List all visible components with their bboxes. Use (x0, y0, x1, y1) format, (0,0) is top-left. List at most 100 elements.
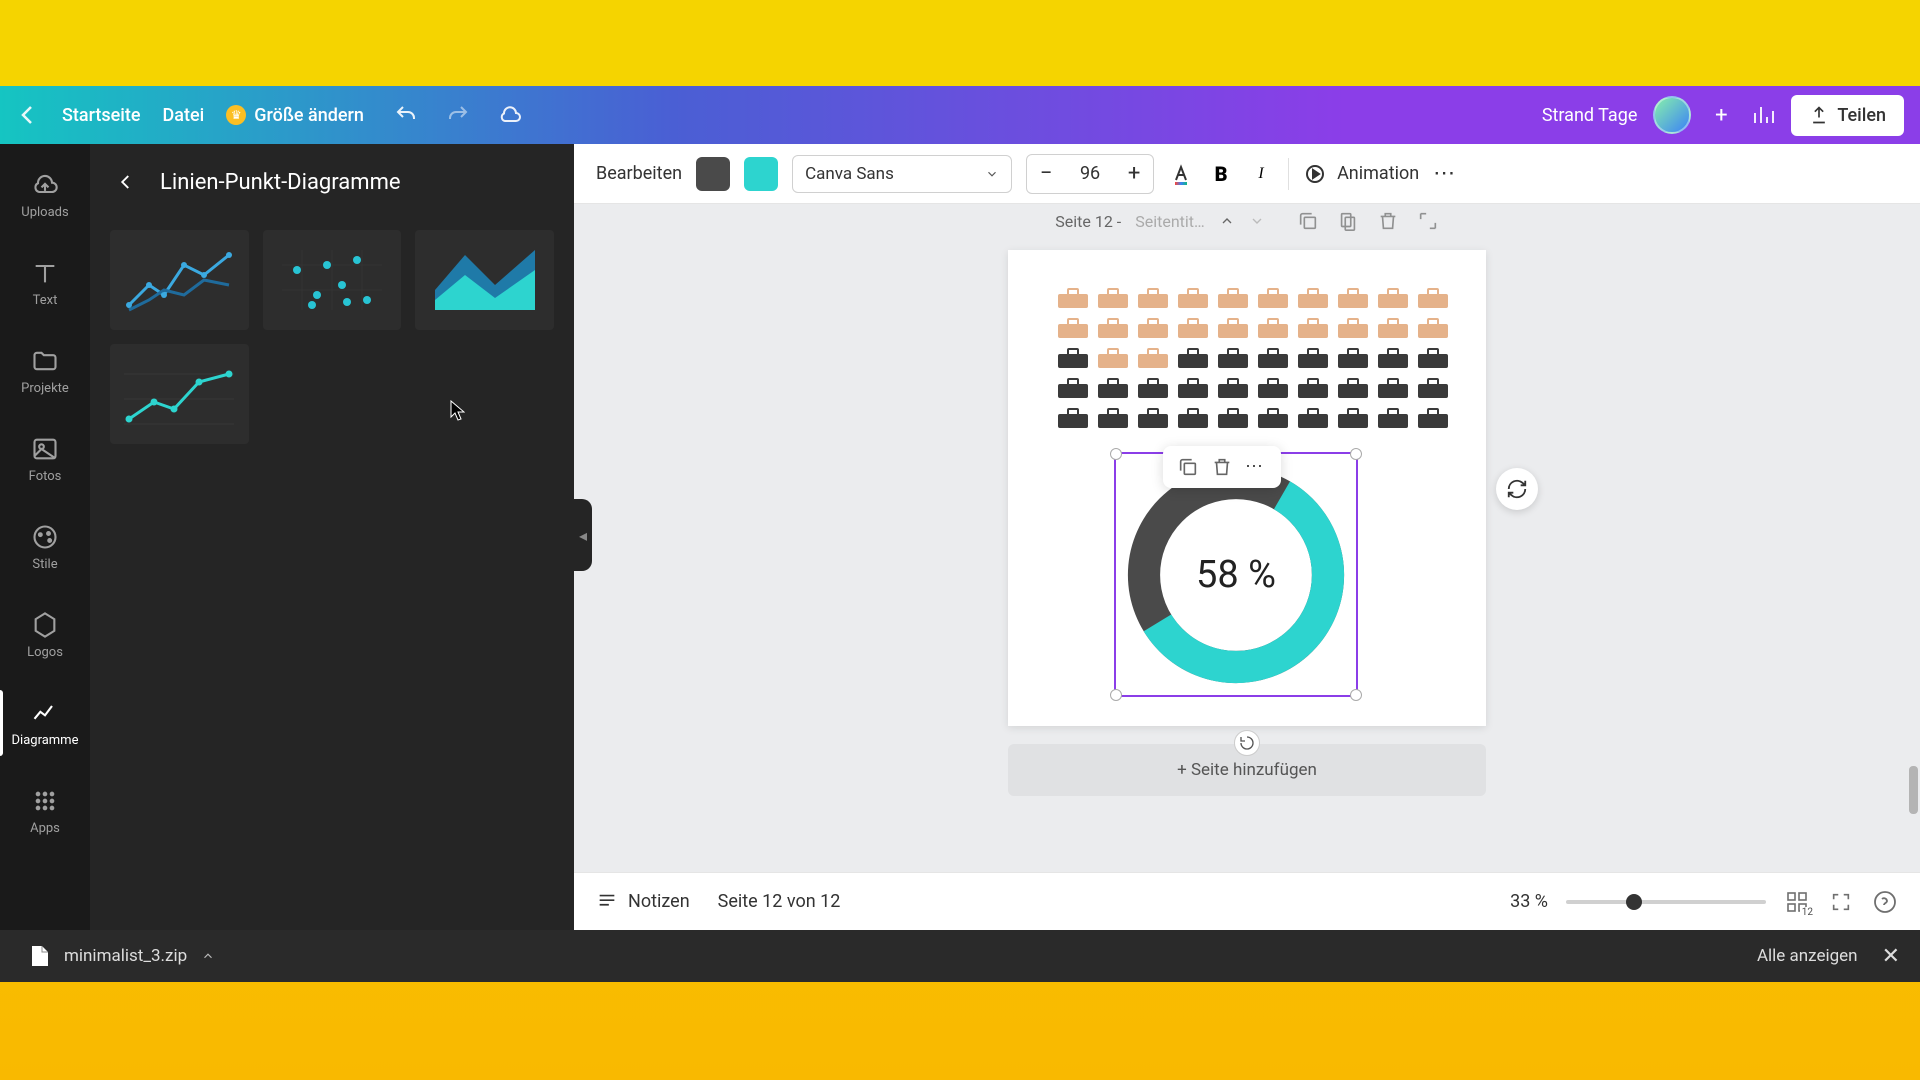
zoom-thumb[interactable] (1626, 894, 1642, 910)
regenerate-button[interactable] (1496, 468, 1538, 510)
file-menu[interactable]: Datei (163, 105, 205, 126)
mouse-cursor-icon (450, 400, 465, 422)
canvas-viewport[interactable]: ⋯ 58 % + Seite hinzufügen (574, 238, 1920, 872)
show-all-downloads[interactable]: Alle anzeigen (1757, 946, 1858, 966)
grid-view-button[interactable]: 12 (1784, 889, 1810, 915)
increase-size-button[interactable]: + (1115, 155, 1153, 193)
decrease-size-button[interactable]: − (1027, 155, 1065, 193)
briefcase-icon (1376, 316, 1410, 340)
fullscreen-button[interactable] (1828, 889, 1854, 915)
back-icon[interactable] (16, 103, 40, 127)
briefcase-icon (1056, 406, 1090, 430)
home-link[interactable]: Startseite (62, 105, 141, 126)
rail-apps[interactable]: Apps (0, 768, 90, 854)
grid-badge: 12 (1800, 907, 1815, 918)
selection-toolbar: ⋯ (1163, 446, 1281, 488)
document-title[interactable]: Strand Tage (1542, 105, 1638, 126)
briefcase-icon (1336, 376, 1370, 400)
design-page[interactable]: ⋯ 58 % (1008, 250, 1486, 726)
donut-chart-element[interactable]: 58 % (1114, 452, 1358, 697)
donut-percent-label: 58 % (1196, 553, 1276, 597)
rail-photos[interactable]: Fotos (0, 416, 90, 502)
rail-label: Uploads (21, 205, 68, 220)
chart-thumb-multiline[interactable] (110, 230, 249, 330)
download-item[interactable]: minimalist_3.zip (20, 938, 233, 974)
bold-button[interactable]: B (1208, 161, 1234, 187)
rail-text[interactable]: Text (0, 240, 90, 326)
notes-button[interactable]: Notizen (596, 891, 690, 913)
briefcase-icon (1176, 316, 1210, 340)
zoom-slider[interactable] (1566, 900, 1766, 904)
rail-logos[interactable]: Logos (0, 592, 90, 678)
briefcase-icon (1096, 406, 1130, 430)
rail-charts[interactable]: Diagramme (0, 680, 90, 766)
resize-handle[interactable] (1350, 689, 1362, 701)
font-size-value[interactable]: 96 (1065, 163, 1115, 184)
avatar[interactable] (1653, 96, 1691, 134)
help-button[interactable] (1872, 889, 1898, 915)
nav-rail: Uploads Text Projekte Fotos Stile Logos … (0, 144, 90, 930)
briefcase-icon (1216, 286, 1250, 310)
font-select[interactable]: Canva Sans (792, 155, 1012, 193)
chevron-left-icon (117, 173, 135, 191)
delete-page-icon[interactable] (1377, 210, 1399, 232)
edit-button[interactable]: Bearbeiten (596, 163, 682, 184)
briefcase-icon (1096, 376, 1130, 400)
italic-button[interactable]: I (1248, 161, 1274, 187)
font-size-group: − 96 + (1026, 154, 1154, 194)
rail-projects[interactable]: Projekte (0, 328, 90, 414)
sidebar-back-button[interactable] (110, 166, 142, 198)
add-collaborator-button[interactable]: + (1707, 101, 1735, 129)
resize-button[interactable]: ♛ Größe ändern (226, 105, 364, 126)
copy-page-icon[interactable] (1337, 210, 1359, 232)
close-download-bar[interactable]: ✕ (1882, 944, 1900, 969)
expand-page-icon[interactable] (1417, 210, 1439, 232)
charts-sidebar: Linien-Punkt-Diagramme ◂ (90, 144, 574, 930)
duplicate-icon[interactable] (1177, 456, 1199, 478)
grid-icon (31, 787, 59, 815)
briefcase-icon (1336, 346, 1370, 370)
chevron-down-icon[interactable] (1249, 213, 1265, 229)
page-counter: Seite 12 von 12 (718, 891, 841, 912)
text-color-button[interactable] (1168, 161, 1194, 187)
rail-label: Stile (32, 557, 57, 572)
animation-button[interactable]: Animation (1303, 162, 1419, 186)
briefcase-icon (1216, 316, 1250, 340)
briefcase-icon (1096, 316, 1130, 340)
file-icon (30, 944, 50, 968)
collapse-sidebar-button[interactable]: ◂ (574, 499, 592, 571)
more-options-button[interactable]: ⋯ (1433, 161, 1457, 186)
color-swatch-secondary[interactable] (744, 157, 778, 191)
add-page-label: + Seite hinzufügen (1177, 760, 1317, 780)
trash-icon[interactable] (1211, 456, 1233, 478)
hexagon-icon (31, 611, 59, 639)
resize-handle[interactable] (1350, 448, 1362, 460)
chevron-up-icon[interactable] (1219, 213, 1235, 229)
rotate-handle[interactable] (1234, 730, 1260, 756)
briefcase-icon (1376, 376, 1410, 400)
page-title-input[interactable]: Seitentit… (1135, 212, 1205, 231)
rail-styles[interactable]: Stile (0, 504, 90, 590)
briefcase-icon (1376, 406, 1410, 430)
zoom-value[interactable]: 33 % (1510, 891, 1548, 912)
redo-icon[interactable] (446, 103, 470, 127)
resize-handle[interactable] (1110, 689, 1122, 701)
rail-uploads[interactable]: Uploads (0, 152, 90, 238)
undo-icon[interactable] (394, 103, 418, 127)
add-page-button[interactable]: + Seite hinzufügen (1008, 744, 1486, 796)
color-swatch-primary[interactable] (696, 157, 730, 191)
share-button[interactable]: Teilen (1791, 95, 1904, 136)
cloud-sync-icon[interactable] (498, 103, 522, 127)
more-icon[interactable]: ⋯ (1245, 456, 1267, 478)
briefcase-icon (1056, 316, 1090, 340)
duplicate-page-icon[interactable] (1297, 210, 1319, 232)
chart-thumb-line[interactable] (110, 344, 249, 444)
chart-thumb-area[interactable] (415, 230, 554, 330)
scrollbar-thumb[interactable] (1909, 766, 1918, 814)
chart-thumb-scatter[interactable] (263, 230, 402, 330)
insights-icon[interactable] (1751, 103, 1775, 127)
resize-handle[interactable] (1110, 448, 1122, 460)
briefcase-icon (1176, 346, 1210, 370)
notes-label: Notizen (628, 891, 690, 912)
chevron-up-icon[interactable] (201, 949, 215, 963)
